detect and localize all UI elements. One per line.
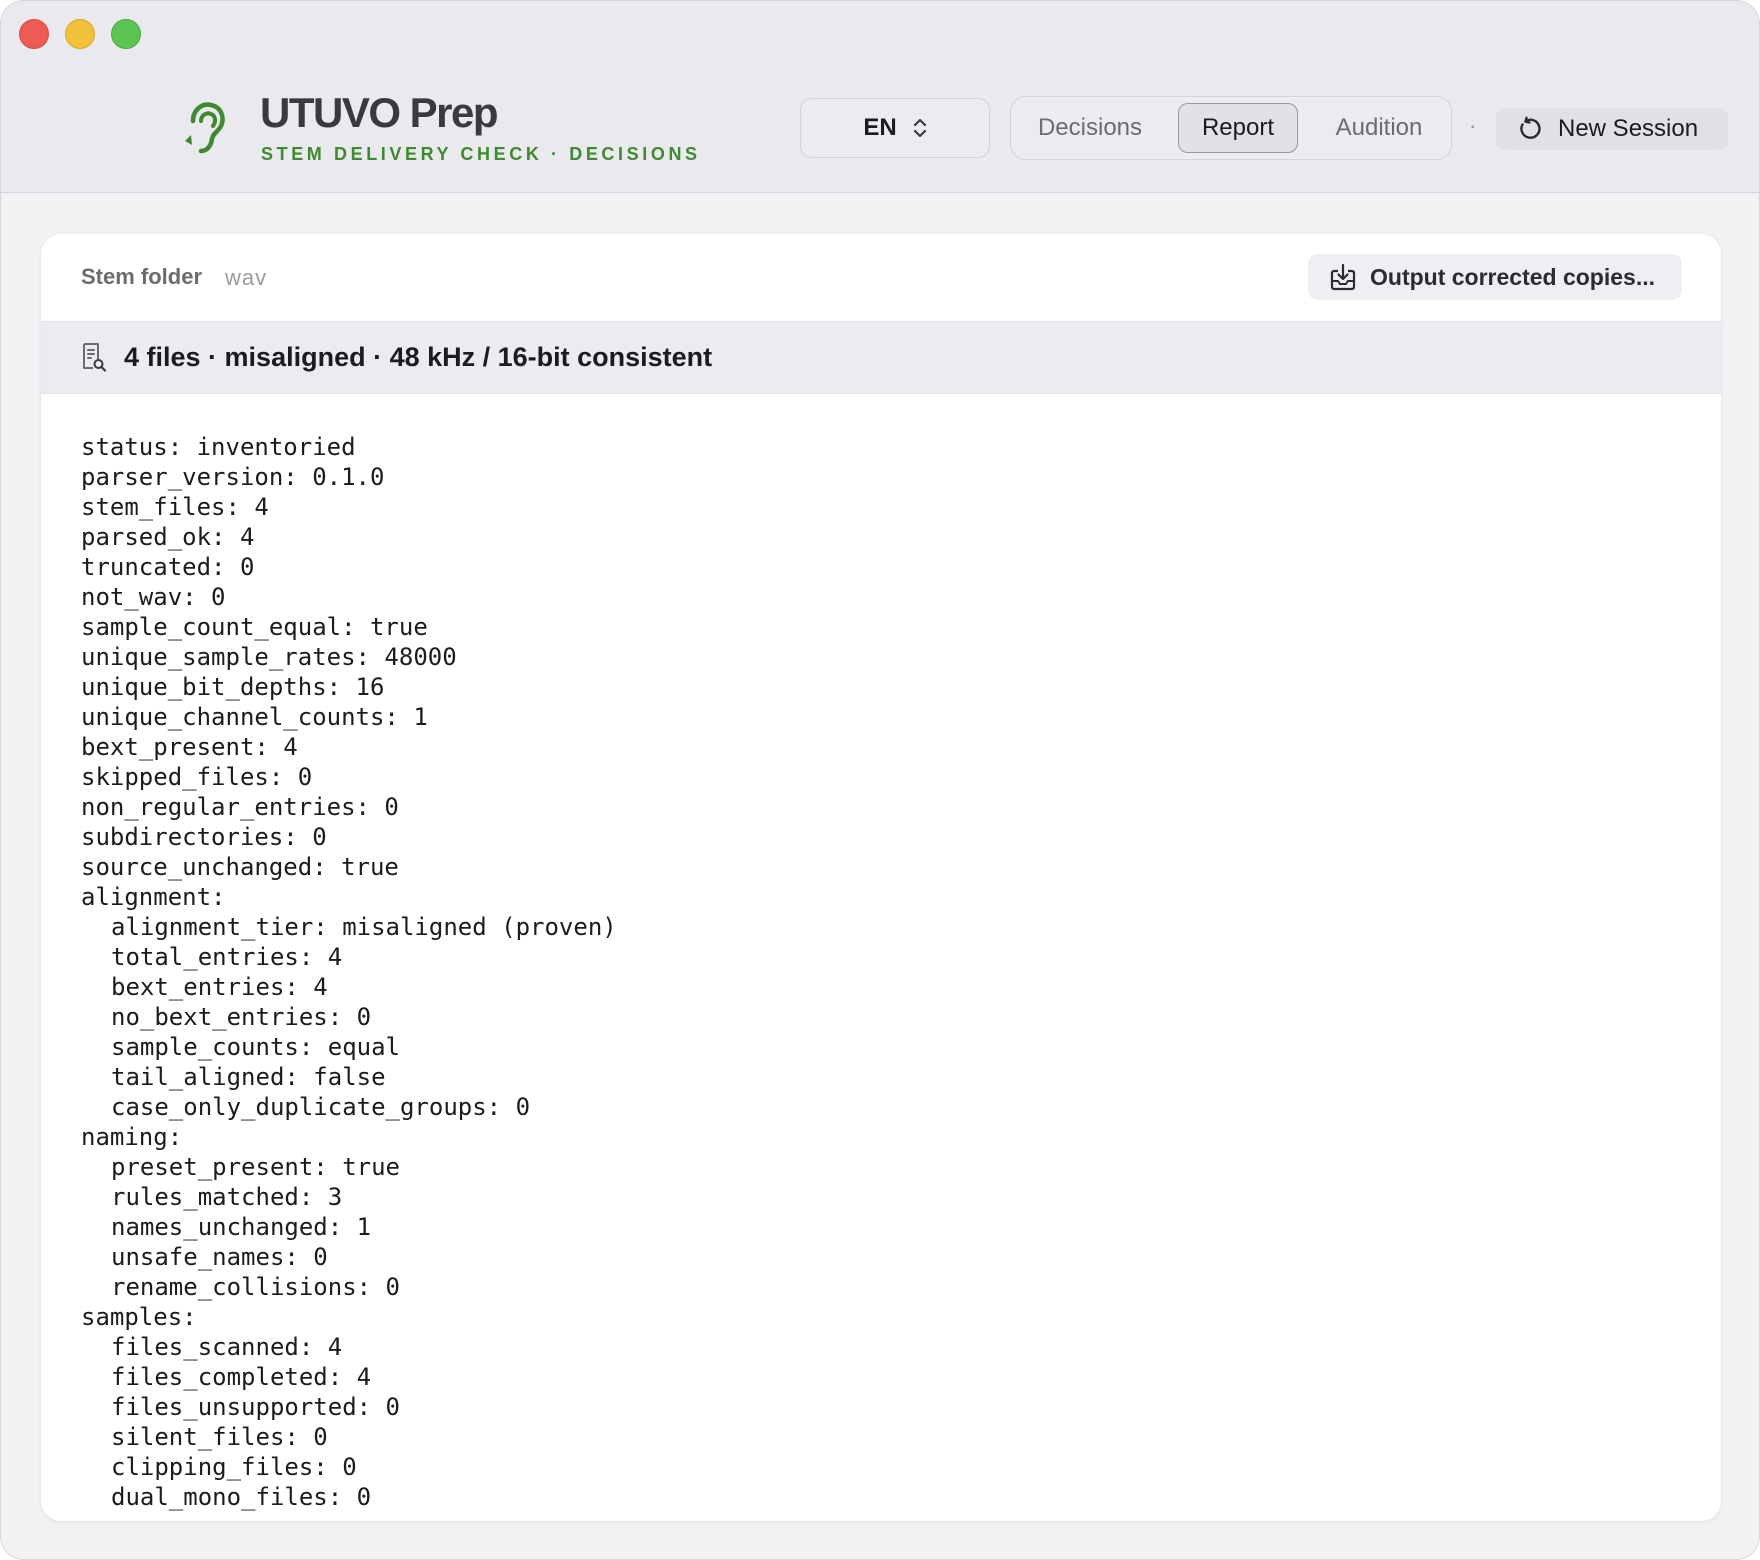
report-line: files_unsupported: 0 <box>111 1393 400 1421</box>
document-search-icon <box>83 343 107 372</box>
report-line: not_wav: 0 <box>81 583 226 611</box>
report-line: skipped_files: 0 <box>81 763 313 791</box>
window-zoom-button[interactable] <box>111 19 141 49</box>
report-line: sample_counts: equal <box>111 1033 400 1061</box>
toolbar-separator: · <box>1469 113 1477 138</box>
report-line: subdirectories: 0 <box>81 823 327 851</box>
report-line: files_completed: 4 <box>111 1363 372 1391</box>
report-line: silent_files: 0 <box>111 1423 328 1451</box>
report-line: naming: <box>81 1123 183 1151</box>
report-line: unique_sample_rates: 48000 <box>81 643 457 671</box>
language-value: EN <box>863 114 897 141</box>
report-line: clipping_files: 0 <box>111 1453 357 1481</box>
report-text-area[interactable]: status: inventoried parser_version: 0.1.0… <box>81 432 1681 1521</box>
report-line: source_unchanged: true <box>81 853 399 881</box>
stem-folder-label: Stem folder <box>81 264 203 289</box>
report-card: Stem folder wav Output corrected copies.… <box>41 234 1721 1521</box>
report-line: files_scanned: 4 <box>111 1333 343 1361</box>
report-line: bext_entries: 4 <box>111 973 328 1001</box>
report-line: sample_count_equal: true <box>81 613 428 641</box>
output-corrected-copies-button[interactable]: Output corrected copies... <box>1308 254 1682 300</box>
download-tray-icon <box>1330 263 1356 291</box>
app-window: UTUVO Prep STEM DELIVERY CHECK · DECISIO… <box>0 0 1760 1560</box>
report-line: tail_aligned: false <box>111 1063 386 1091</box>
tab-report[interactable]: Report <box>1178 103 1298 153</box>
window-minimize-button[interactable] <box>65 19 95 49</box>
new-session-label: New Session <box>1558 115 1699 142</box>
report-line: unique_bit_depths: 16 <box>81 673 385 701</box>
report-line: status: inventoried <box>81 433 356 461</box>
ear-icon <box>185 102 225 154</box>
report-line: parser_version: 0.1.0 <box>81 463 385 491</box>
report-line: truncated: 0 <box>81 553 255 581</box>
report-line: alignment: <box>81 883 226 911</box>
report-line: unsafe_names: 0 <box>111 1243 328 1271</box>
window-close-button[interactable] <box>19 19 49 49</box>
report-line: unique_channel_counts: 1 <box>81 703 428 731</box>
report-line: rules_matched: 3 <box>111 1183 343 1211</box>
app-subtitle: STEM DELIVERY CHECK · DECISIONS <box>261 144 701 164</box>
report-content: status: inventoried parser_version: 0.1.0… <box>81 432 1681 1512</box>
header-bar: UTUVO Prep STEM DELIVERY CHECK · DECISIO… <box>1 1 1759 193</box>
report-line: names_unchanged: 1 <box>111 1213 372 1241</box>
stem-folder-row: Stem folder wav Output corrected copies.… <box>41 234 1721 322</box>
report-line: parsed_ok: 4 <box>81 523 255 551</box>
report-line: preset_present: true <box>111 1153 400 1181</box>
report-line: dual_mono_files: 0 <box>111 1483 372 1511</box>
new-session-button[interactable]: New Session <box>1496 108 1728 150</box>
summary-text: 4 files · misaligned · 48 kHz / 16-bit c… <box>124 342 713 372</box>
language-select[interactable]: EN <box>800 98 990 158</box>
report-line: non_regular_entries: 0 <box>81 793 399 821</box>
app-title: UTUVO Prep <box>260 89 499 136</box>
report-line: rename_collisions: 0 <box>111 1273 400 1301</box>
summary-row: 4 files · misaligned · 48 kHz / 16-bit c… <box>41 322 1721 394</box>
report-line: bext_present: 4 <box>81 733 298 761</box>
report-line: alignment_tier: misaligned (proven) <box>111 913 617 941</box>
stem-folder-value: wav <box>225 265 268 290</box>
report-line: total_entries: 4 <box>111 943 343 971</box>
tab-decisions[interactable]: Decisions <box>1019 103 1161 153</box>
view-segmented-control: Decisions Report Audition <box>1010 96 1452 160</box>
report-line: samples: <box>81 1303 197 1331</box>
output-button-label: Output corrected copies... <box>1370 263 1655 290</box>
chevron-up-down-icon <box>913 118 926 138</box>
report-line: case_only_duplicate_groups: 0 <box>111 1093 531 1121</box>
tab-audition[interactable]: Audition <box>1316 103 1442 153</box>
reset-arrow-icon <box>1520 116 1541 139</box>
report-line: no_bext_entries: 0 <box>111 1003 372 1031</box>
report-line: stem_files: 4 <box>81 493 269 521</box>
